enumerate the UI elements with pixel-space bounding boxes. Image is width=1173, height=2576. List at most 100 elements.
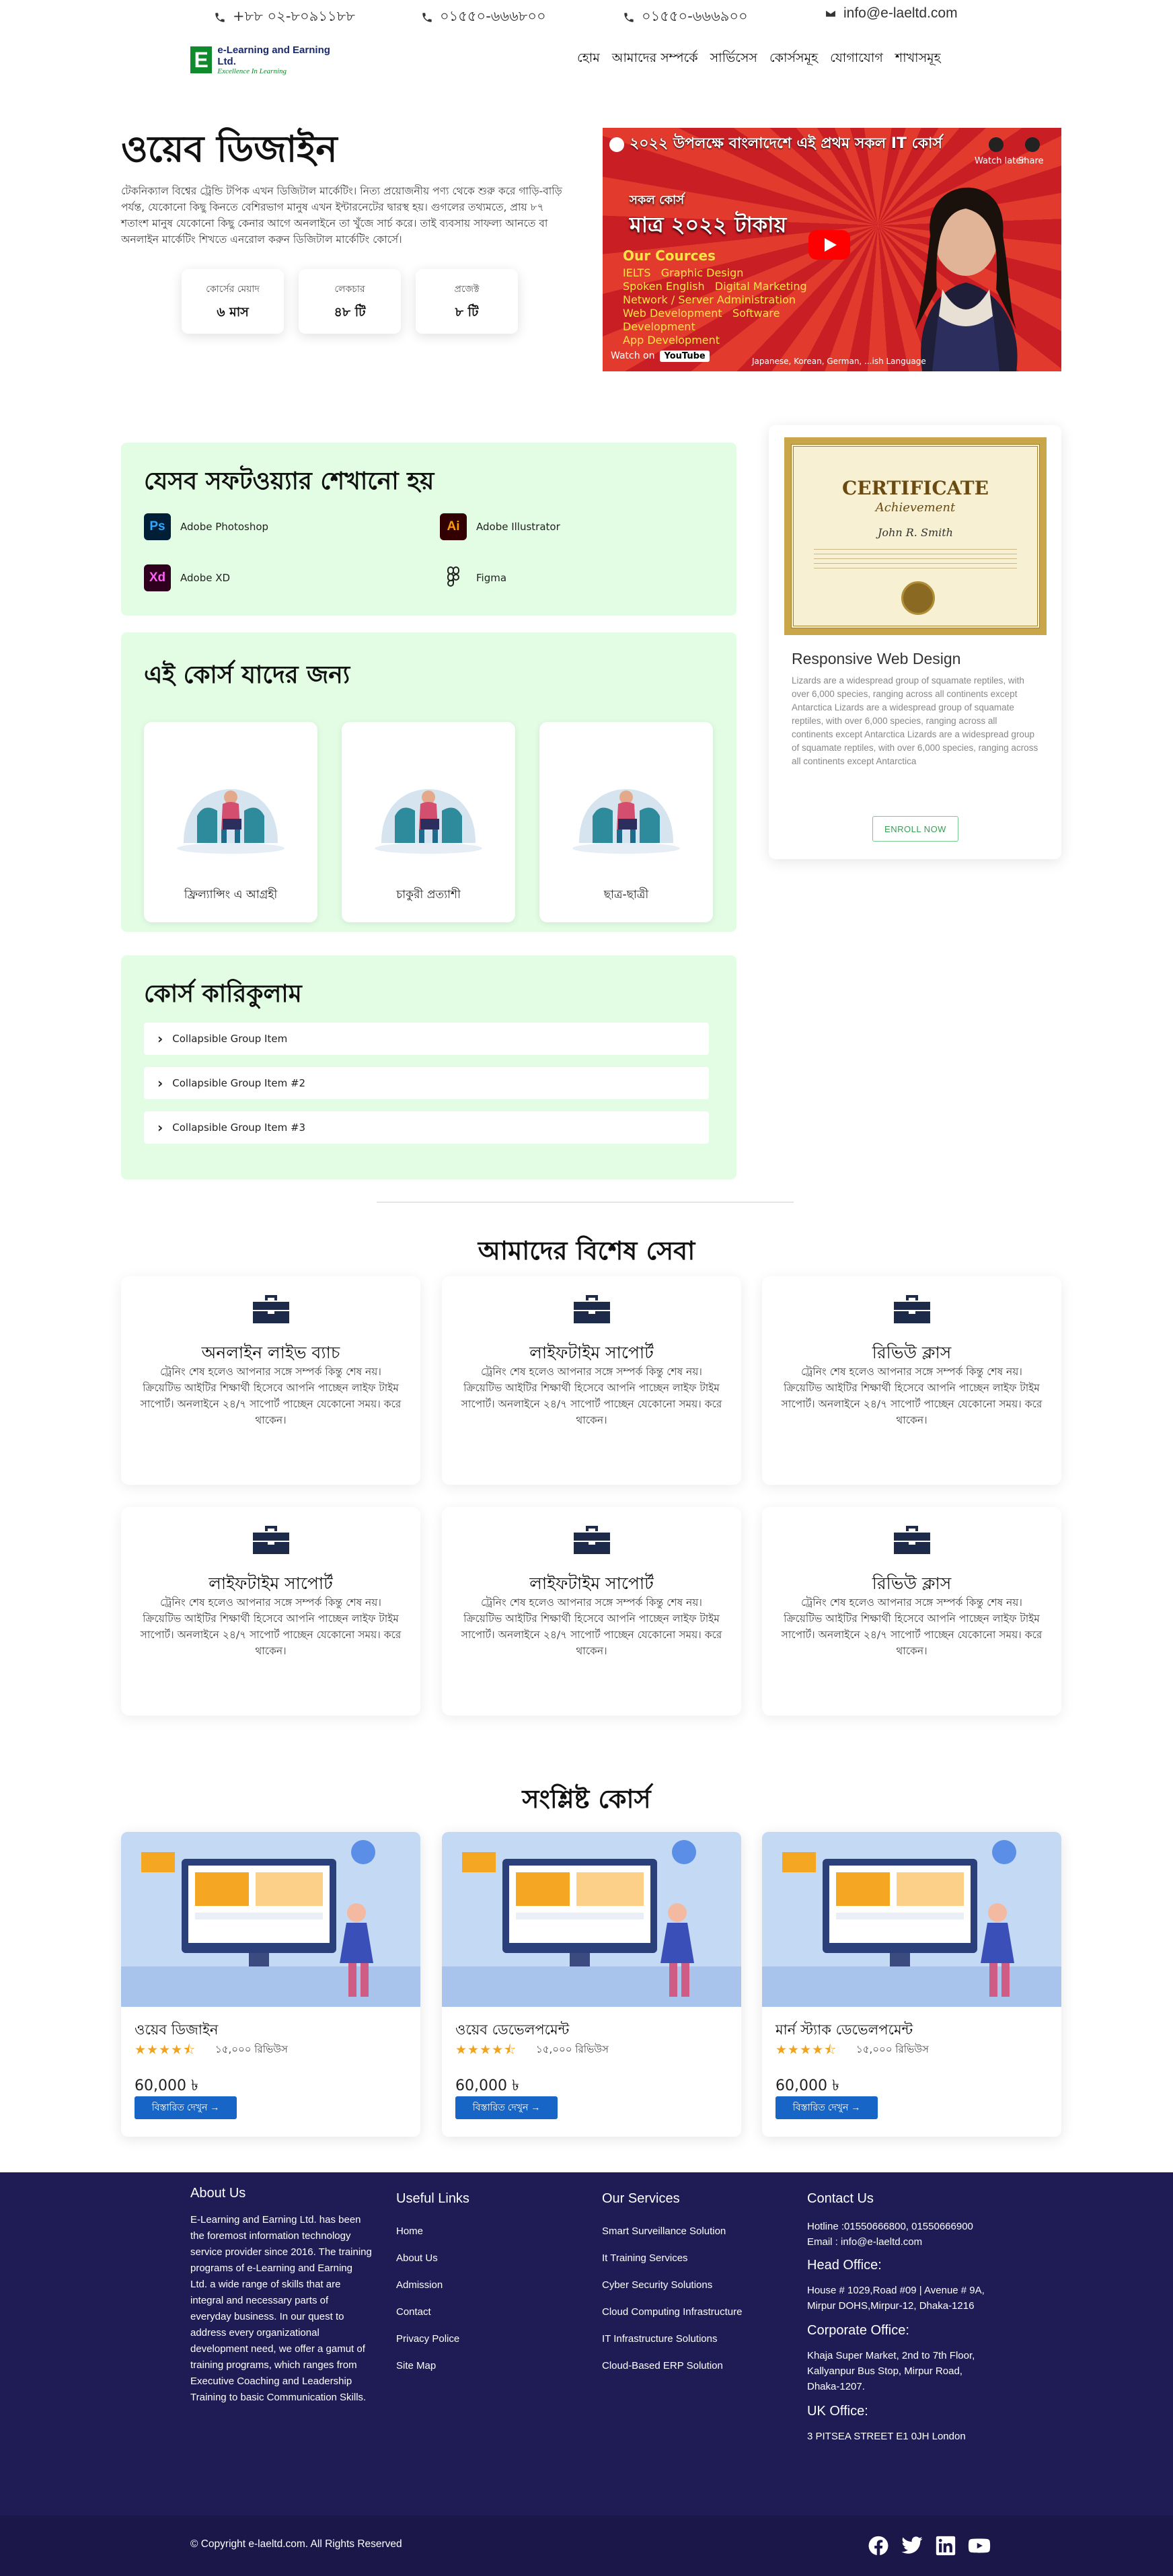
- briefcase-icon: [253, 1526, 289, 1554]
- software-panel: যেসব সফটওয়্যার শেখানো হয় Ps Adobe Phot…: [121, 443, 736, 616]
- course-card[interactable]: ওয়েব ডেভেলপমেন্ট ★★★★⯪ ১৫,০০০ রিভিউস 60…: [442, 1832, 741, 2137]
- footer-link-about[interactable]: About Us: [396, 2252, 469, 2264]
- course-details-button[interactable]: বিস্তারিত দেখুন →: [775, 2096, 878, 2119]
- cert-heading: CERTIFICATE: [842, 477, 989, 499]
- course-price: 60,000 ৳: [455, 2077, 519, 2094]
- footer-uk: 3 PITSEA STREET E1 0JH London: [807, 2431, 966, 2442]
- phone-2-text: ০১৫৫০-৬৬৬৮০০: [440, 8, 546, 24]
- footer-link-privacy[interactable]: Privacy Police: [396, 2333, 469, 2345]
- service-card: রিভিউ ক্লাস ট্রেনিং শেষ হলেও আপনার সঙ্গে…: [762, 1276, 1061, 1485]
- phone-item-3[interactable]: ০১৫৫০-৬৬৬৯০০: [623, 5, 748, 29]
- twitter-icon[interactable]: [901, 2534, 923, 2557]
- nav-courses[interactable]: কোর্সসমূহ: [769, 48, 818, 70]
- course-image: [121, 1832, 420, 2007]
- audience-label: ফ্রিল্যান্সিং এ আগ্রহী: [184, 888, 278, 901]
- software-name: Adobe Photoshop: [180, 521, 269, 533]
- nav-services[interactable]: সার্ভিসেস: [710, 48, 757, 70]
- audience-label: ছাত্র-ছাত্রী: [603, 888, 649, 901]
- curriculum-item[interactable]: › Collapsible Group Item #3: [144, 1111, 709, 1144]
- page-title: ওয়েব ডিজাইন: [121, 127, 338, 170]
- course-card[interactable]: ওয়েব ডিজাইন ★★★★⯪ ১৫,০০০ রিভিউস 60,000 …: [121, 1832, 420, 2137]
- service-description: ট্রেনিং শেষ হলেও আপনার সঙ্গে সম্পর্ক কিন…: [140, 1596, 402, 1657]
- course-card[interactable]: মার্ন স্ট্যাক ডেভেলপমেন্ট ★★★★⯪ ১৫,০০০ র…: [762, 1832, 1061, 2137]
- software-name: Figma: [476, 572, 507, 584]
- video-offer: সকল কোর্স মাত্র ২০২২ টাকায়: [630, 188, 786, 237]
- footer-contact-title: Contact Us: [807, 2191, 874, 2206]
- course-tag: Web Development: [623, 307, 722, 320]
- footer-corporate-title: Corporate Office:: [807, 2323, 909, 2338]
- course-tag: Graphic Design: [660, 266, 744, 279]
- course-tag: Network / Server Administration: [623, 293, 796, 306]
- linkedin-icon[interactable]: [934, 2534, 957, 2557]
- nav-branches[interactable]: শাখাসমূহ: [895, 48, 941, 70]
- course-tag: Digital Marketing: [714, 280, 807, 293]
- footer-service-link[interactable]: Cloud-Based ERP Solution: [602, 2360, 742, 2371]
- youtube-icon[interactable]: [968, 2534, 991, 2557]
- nav-contact[interactable]: যোগাযোগ: [830, 48, 883, 70]
- footer-service-link[interactable]: Cloud Computing Infrastructure: [602, 2306, 742, 2318]
- facebook-icon[interactable]: [867, 2534, 890, 2557]
- footer-service-link[interactable]: Smart Surveillance Solution: [602, 2225, 742, 2237]
- certificate-card: CERTIFICATE Achievement John R. Smith Re…: [769, 425, 1061, 859]
- stat-label: লেকচার: [334, 284, 365, 295]
- photoshop-icon: Ps: [144, 513, 171, 540]
- phone-item-2[interactable]: ০১৫৫০-৬৬৬৮০০: [421, 5, 546, 29]
- course-price: 60,000 ৳: [135, 2077, 198, 2094]
- nav-about[interactable]: আমাদের সম্পর্কে: [612, 48, 698, 70]
- logo-mark: E: [190, 46, 213, 73]
- stat-label: কোর্সের মেয়াদ: [206, 284, 260, 295]
- figma-icon: [447, 566, 459, 587]
- enroll-now-button[interactable]: ENROLL NOW: [872, 816, 958, 842]
- site-logo[interactable]: E e-Learning and Earning Ltd. Excellence…: [190, 43, 345, 77]
- service-description: ট্রেনিং শেষ হলেও আপনার সঙ্গে সম্পর্ক কিন…: [781, 1596, 1043, 1657]
- service-description: ট্রেনিং শেষ হলেও আপনার সঙ্গে সম্পর্ক কিন…: [781, 1366, 1043, 1426]
- play-button[interactable]: [808, 230, 850, 260]
- course-title[interactable]: মার্ন স্ট্যাক ডেভেলপমেন্ট: [775, 2019, 913, 2043]
- audience-title: এই কোর্স যাদের জন্য: [144, 661, 350, 689]
- audience-illustration: [572, 789, 680, 854]
- course-tag: Spoken English: [623, 280, 705, 293]
- course-price: 60,000 ৳: [775, 2077, 839, 2094]
- footer-service-link[interactable]: IT Infrastructure Solutions: [602, 2333, 742, 2345]
- stat-value: ৮ টি: [455, 305, 479, 320]
- course-title[interactable]: ওয়েব ডিজাইন: [135, 2019, 218, 2043]
- footer-link-sitemap[interactable]: Site Map: [396, 2360, 469, 2371]
- chevron-right-icon: ›: [157, 1075, 163, 1091]
- service-description: ট্রেনিং শেষ হলেও আপনার সঙ্গে সম্পর্ক কিন…: [461, 1596, 722, 1657]
- clock-icon[interactable]: [989, 137, 1004, 152]
- related-title: সংশ্লিষ্ট কোর্স: [522, 1783, 651, 1814]
- footer-service-link[interactable]: Cyber Security Solutions: [602, 2279, 742, 2291]
- email-text: info@e-laeltd.com: [843, 5, 958, 21]
- course-details-button[interactable]: বিস্তারিত দেখুন →: [455, 2096, 558, 2119]
- logo-tagline: Excellence In Learning: [217, 67, 287, 75]
- stat-lectures: লেকচার ৪৮ টি: [299, 269, 401, 334]
- footer-service-link[interactable]: It Training Services: [602, 2252, 742, 2264]
- top-contact-bar: +৮৮ ০২-৮০৯১১৮৮ ০১৫৫০-৬৬৬৮০০ ০১৫৫০-৬৬৬৯০০…: [0, 0, 1173, 34]
- curriculum-item[interactable]: › Collapsible Group Item: [144, 1023, 709, 1055]
- curriculum-panel: কোর্স কারিকুলাম › Collapsible Group Item…: [121, 955, 736, 1179]
- illustrator-icon: Ai: [440, 513, 467, 540]
- footer-link-admission[interactable]: Admission: [396, 2279, 469, 2291]
- envelope-icon: [825, 9, 837, 17]
- star-rating-icon: ★★★★⯪: [775, 2043, 837, 2057]
- footer-links-title: Useful Links: [396, 2191, 469, 2206]
- share-icon[interactable]: [1025, 137, 1040, 152]
- briefcase-icon: [894, 1526, 930, 1554]
- footer-link-contact[interactable]: Contact: [396, 2306, 469, 2318]
- phone-icon: [215, 12, 225, 22]
- courses-heading: Our Cources: [623, 248, 716, 264]
- stat-label: প্রজেক্ট: [454, 284, 480, 295]
- phone-item-1[interactable]: +৮৮ ০২-৮০৯১১৮৮: [214, 5, 355, 29]
- watch-on-youtube[interactable]: Watch on YouTube: [603, 346, 718, 366]
- promo-video[interactable]: ২০২২ উপলক্ষে বাংলাদেশে এই প্রথম সকল IT ক…: [603, 128, 1061, 371]
- course-details-button[interactable]: বিস্তারিত দেখুন →: [135, 2096, 237, 2119]
- footer-services-title: Our Services: [602, 2191, 680, 2206]
- email-item[interactable]: info@e-laeltd.com: [825, 5, 958, 22]
- youtube-logo: YouTube: [660, 350, 710, 362]
- course-title[interactable]: ওয়েব ডেভেলপমেন্ট: [455, 2019, 569, 2043]
- audience-illustration: [177, 789, 285, 854]
- footer-link-home[interactable]: Home: [396, 2225, 469, 2237]
- curriculum-item[interactable]: › Collapsible Group Item #2: [144, 1067, 709, 1099]
- certificate-description: Lizards are a widespread group of squama…: [792, 675, 1038, 766]
- nav-home[interactable]: হোম: [577, 48, 600, 70]
